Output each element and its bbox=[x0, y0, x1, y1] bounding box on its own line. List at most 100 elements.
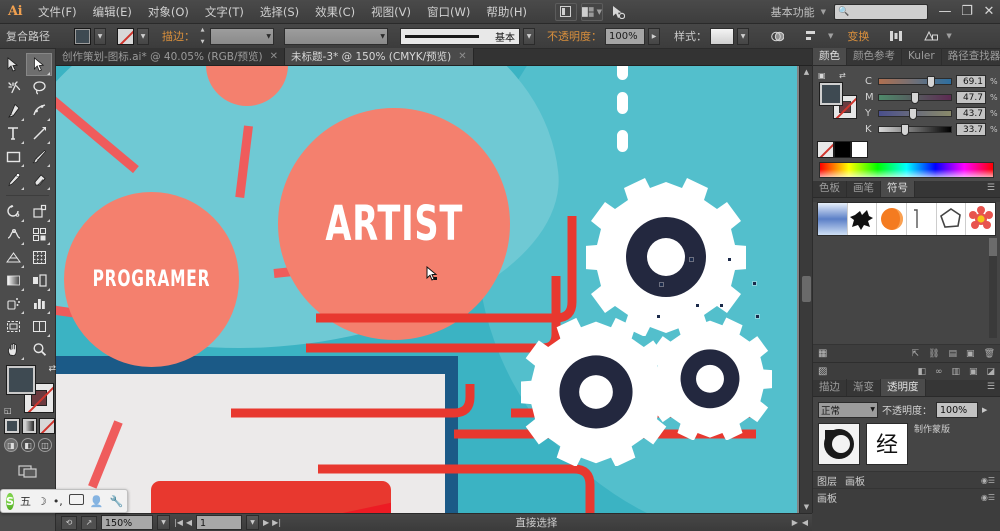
style-dropdown-icon[interactable]: ▼ bbox=[737, 27, 749, 45]
tab-color-guide[interactable]: 颜色参考 bbox=[847, 48, 902, 65]
symbol-libraries-icon[interactable]: ▦ bbox=[813, 348, 827, 359]
change-screen-mode-icon[interactable] bbox=[15, 459, 41, 482]
tab-symbols[interactable]: 符号 bbox=[881, 180, 915, 197]
slider-track-k[interactable] bbox=[878, 123, 952, 136]
fill-indicator-icon[interactable]: ▣ bbox=[818, 71, 826, 80]
menu-window[interactable]: 窗口(W) bbox=[419, 0, 478, 24]
slider-thumb-m[interactable] bbox=[911, 91, 920, 104]
menu-edit[interactable]: 编辑(E) bbox=[85, 0, 140, 24]
gradient-symbol[interactable] bbox=[818, 203, 848, 235]
new-symbol-icon[interactable]: ▣ bbox=[966, 349, 975, 359]
panel-fill-swatch[interactable] bbox=[819, 82, 843, 106]
menu-type[interactable]: 文字(T) bbox=[197, 0, 252, 24]
black-swatch[interactable] bbox=[834, 141, 851, 158]
document-tab-2[interactable]: 未标题-3* @ 150% (CMYK/预览) ✕ bbox=[285, 48, 474, 65]
mesh-tool[interactable] bbox=[26, 246, 52, 269]
arrange-documents-icon[interactable]: ▼ bbox=[580, 2, 603, 21]
artboard-number-input[interactable]: 1 bbox=[196, 515, 243, 530]
blend-mode-select[interactable]: 正常 ▼ bbox=[818, 401, 878, 418]
curvature-tool[interactable] bbox=[26, 99, 52, 122]
knockout-group-icon[interactable]: ▣ bbox=[969, 367, 978, 377]
gradient-icon[interactable]: ◧ bbox=[917, 367, 926, 377]
swap-fill-stroke-icon[interactable]: ⇄ bbox=[48, 364, 56, 374]
slider-track-y[interactable] bbox=[878, 107, 952, 120]
opacity-input[interactable]: 100% bbox=[605, 27, 645, 45]
graphic-style-swatch[interactable] bbox=[710, 27, 734, 45]
paintbrush-tool[interactable] bbox=[26, 145, 52, 168]
zoom-tool[interactable] bbox=[26, 338, 52, 361]
red-rounded-rectangle[interactable] bbox=[151, 481, 391, 513]
break-link-icon[interactable]: ⛓ bbox=[928, 349, 939, 359]
previous-artboard-icon[interactable]: ⟲ bbox=[61, 515, 77, 530]
fill-color-box[interactable] bbox=[6, 365, 36, 395]
line-segment-tool[interactable] bbox=[26, 122, 52, 145]
artwork-thumbnail[interactable] bbox=[818, 423, 860, 465]
variable-width-profile-select[interactable]: ▼ bbox=[284, 27, 388, 45]
brush-definition-select[interactable]: 基本 bbox=[400, 27, 520, 45]
keyboard-icon[interactable] bbox=[68, 494, 84, 508]
slider-thumb-y[interactable] bbox=[908, 107, 917, 120]
transparency-opacity-input[interactable]: 100% bbox=[936, 401, 978, 418]
scroll-down-icon[interactable]: ▼ bbox=[802, 503, 811, 511]
sogou-ime-bar[interactable]: S 五 ☽ •, 👤 🔧 bbox=[0, 489, 128, 513]
panel-menu-icon[interactable]: ☰ bbox=[982, 379, 1000, 396]
zoom-level-input[interactable]: 150% bbox=[101, 515, 153, 530]
brush-dropdown-icon[interactable]: ▼ bbox=[523, 27, 535, 45]
menu-object[interactable]: 对象(O) bbox=[140, 0, 197, 24]
gradient-mode-icon[interactable] bbox=[21, 418, 38, 434]
menu-effect[interactable]: 效果(C) bbox=[307, 0, 363, 24]
draw-normal-icon[interactable]: ◨ bbox=[4, 438, 18, 452]
document-tab-1[interactable]: 创作策划-图标.ai* @ 40.05% (RGB/预览) ✕ bbox=[56, 48, 286, 65]
scale-tool[interactable] bbox=[26, 200, 52, 223]
place-symbol-icon[interactable]: ⇱ bbox=[912, 349, 920, 359]
slider-track-m[interactable] bbox=[878, 91, 952, 104]
draw-shape-icon[interactable] bbox=[920, 27, 941, 46]
fill-color-swatch[interactable] bbox=[74, 27, 91, 45]
status-expand-icon[interactable]: ▶ bbox=[792, 518, 798, 527]
fit-artboard-icon[interactable]: ↗ bbox=[81, 515, 97, 530]
menu-file[interactable]: 文件(F) bbox=[30, 0, 85, 24]
gear-top-right[interactable] bbox=[586, 176, 746, 336]
polygon-outline-symbol[interactable] bbox=[937, 203, 967, 235]
minimize-button[interactable]: — bbox=[934, 1, 956, 23]
tab-color[interactable]: 颜色 bbox=[813, 48, 847, 65]
close-button[interactable]: ✕ bbox=[978, 1, 1000, 23]
canvas-vertical-scrollbar[interactable]: ▲ ▼ bbox=[799, 66, 812, 513]
swap-colors-icon[interactable]: ⇄ bbox=[839, 71, 846, 80]
tab-gradient[interactable]: 渐变 bbox=[847, 379, 881, 396]
slider-thumb-k[interactable] bbox=[901, 123, 910, 136]
orange-sphere-symbol[interactable] bbox=[877, 203, 908, 235]
artboard-dropdown-icon[interactable]: ▼ bbox=[246, 515, 260, 530]
artboards-tab-label[interactable]: 画板 bbox=[845, 473, 865, 488]
symbol-sprayer-tool[interactable] bbox=[0, 292, 26, 315]
artboards-panel-row[interactable]: 画板 ◉☰ bbox=[813, 488, 1000, 505]
close-icon[interactable]: ✕ bbox=[270, 51, 278, 62]
first-artboard-icon[interactable]: |◀ bbox=[174, 518, 183, 527]
blob-brush-tool[interactable] bbox=[0, 168, 26, 191]
mask-icon[interactable]: ◪ bbox=[986, 367, 995, 377]
align-icon[interactable] bbox=[802, 27, 823, 46]
panel-menu-icon[interactable]: ◉☰ bbox=[981, 493, 995, 502]
channel-value-k[interactable]: 33.7 bbox=[956, 122, 986, 136]
direct-selection-tool[interactable] bbox=[26, 53, 52, 76]
close-icon[interactable]: ✕ bbox=[458, 51, 466, 62]
draw-behind-icon[interactable]: ◧ bbox=[21, 438, 35, 452]
default-fill-stroke-icon[interactable]: ◱ bbox=[4, 406, 12, 415]
moon-icon[interactable]: ☽ bbox=[37, 495, 47, 508]
canvas-area[interactable]: PROGRAMER ARTIST bbox=[56, 66, 812, 513]
opacity-stepper-icon[interactable]: ▶ bbox=[982, 406, 987, 414]
sogou-logo-icon[interactable]: S bbox=[6, 492, 14, 510]
scroll-up-icon[interactable]: ▲ bbox=[802, 68, 811, 76]
ime-mode-label[interactable]: 五 bbox=[20, 493, 31, 509]
mask-thumbnail[interactable]: 经 bbox=[866, 423, 908, 465]
tab-brushes[interactable]: 画笔 bbox=[847, 180, 881, 197]
tab-pathfinder[interactable]: 路径查找器 bbox=[942, 48, 1000, 65]
shape-builder-tool[interactable] bbox=[26, 223, 52, 246]
prev-artboard-icon[interactable]: ◀ bbox=[186, 518, 192, 527]
symbol-options-icon[interactable]: ▤ bbox=[949, 349, 958, 359]
width-tool[interactable] bbox=[0, 223, 26, 246]
scrollbar-thumb[interactable] bbox=[802, 276, 811, 302]
symbols-scrollbar[interactable] bbox=[989, 238, 997, 338]
artboard[interactable]: PROGRAMER ARTIST bbox=[56, 66, 797, 513]
punctuation-icon[interactable]: •, bbox=[53, 495, 63, 508]
